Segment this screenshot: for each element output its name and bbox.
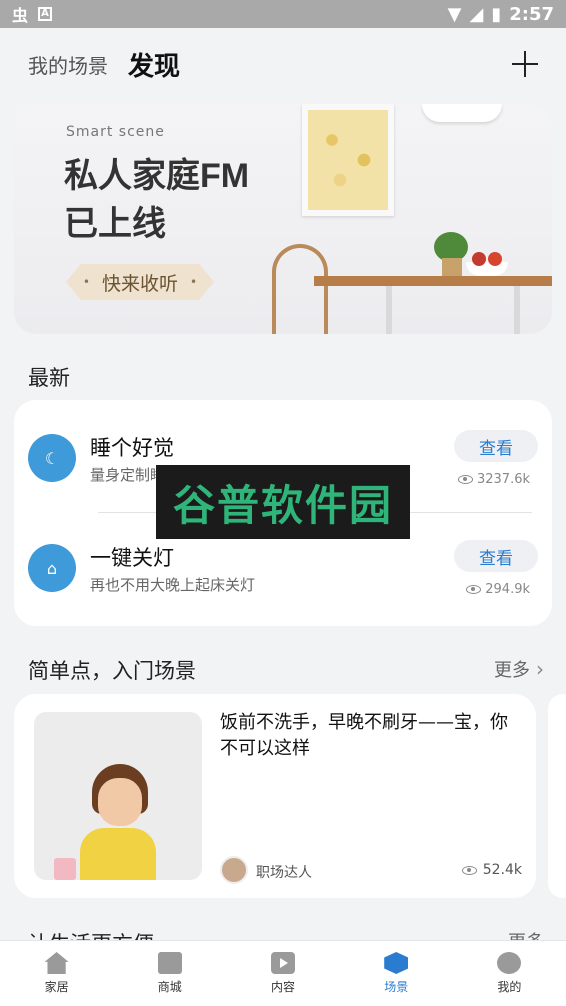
more-link[interactable]: 更多 › <box>494 656 544 682</box>
next-card-peek[interactable] <box>548 694 566 898</box>
nav-content[interactable]: 内容 <box>226 941 339 1006</box>
dining-table <box>314 276 552 286</box>
eye-icon <box>466 585 482 594</box>
bottom-nav: 家居 商城 内容 场景 我的 <box>0 940 566 1006</box>
nav-home[interactable]: 家居 <box>0 941 113 1006</box>
status-time: 2:57 <box>509 3 554 25</box>
home-icon <box>44 952 69 974</box>
view-button[interactable]: 查看 <box>454 430 538 462</box>
eye-icon <box>457 475 473 484</box>
tab-discover[interactable]: 发现 <box>128 46 180 83</box>
accessibility-icon: A <box>38 7 53 21</box>
scene-photo <box>34 712 202 880</box>
profile-icon <box>497 952 522 974</box>
play-icon <box>271 952 295 974</box>
eye-icon <box>461 865 477 875</box>
toothbrush-cup <box>54 858 76 880</box>
scene-card[interactable]: 饭前不洗手，早晚不刷牙——宝，你不可以这样 职场达人 52.4k <box>14 694 536 898</box>
fruit-bowl <box>466 262 508 276</box>
nav-profile[interactable]: 我的 <box>453 941 566 1006</box>
view-count: 3237.6k <box>457 472 530 487</box>
shop-icon <box>157 952 182 974</box>
view-button[interactable]: 查看 <box>454 540 538 572</box>
signal-icon: ◢ <box>469 3 484 25</box>
moon-icon: ☾ <box>28 434 76 482</box>
debug-icon: 虫 <box>12 6 29 25</box>
scene-card-title: 饭前不洗手，早晚不刷牙——宝，你不可以这样 <box>220 712 508 759</box>
watermark: 谷普软件园 <box>156 465 410 539</box>
status-bar: 虫 A ▼ ◢ ▮ 2:57 <box>0 0 566 28</box>
view-count: 294.9k <box>466 582 530 597</box>
nav-scenes[interactable]: 场景 <box>340 941 453 1006</box>
wifi-icon: ▼ <box>447 3 462 25</box>
scene-cube-icon <box>384 952 409 974</box>
view-count: 52.4k <box>461 862 522 878</box>
author-name: 职场达人 <box>256 865 312 881</box>
section-title-latest: 最新 <box>28 366 70 390</box>
add-icon[interactable] <box>512 51 538 77</box>
battery-icon: ▮ <box>491 3 502 25</box>
listen-now-button[interactable]: 快来收听 <box>66 264 214 300</box>
nav-shop[interactable]: 商城 <box>113 941 226 1006</box>
banner-title: 私人家庭FM 已上线 <box>64 157 250 243</box>
banner-tagline: Smart scene <box>66 124 165 140</box>
section-title-simple: 简单点，入门场景 <box>28 659 196 683</box>
wall-art <box>302 104 394 216</box>
lamp-icon: ⌂ <box>28 544 76 592</box>
chair <box>272 244 328 334</box>
top-header: 我的场景 发现 <box>0 28 566 100</box>
promo-banner[interactable]: Smart scene 私人家庭FM 已上线 快来收听 <box>14 104 552 334</box>
avatar <box>220 856 248 884</box>
chevron-right-icon: › <box>536 657 544 681</box>
pendant-lamp <box>422 104 502 122</box>
tab-my-scenes[interactable]: 我的场景 <box>28 50 108 79</box>
